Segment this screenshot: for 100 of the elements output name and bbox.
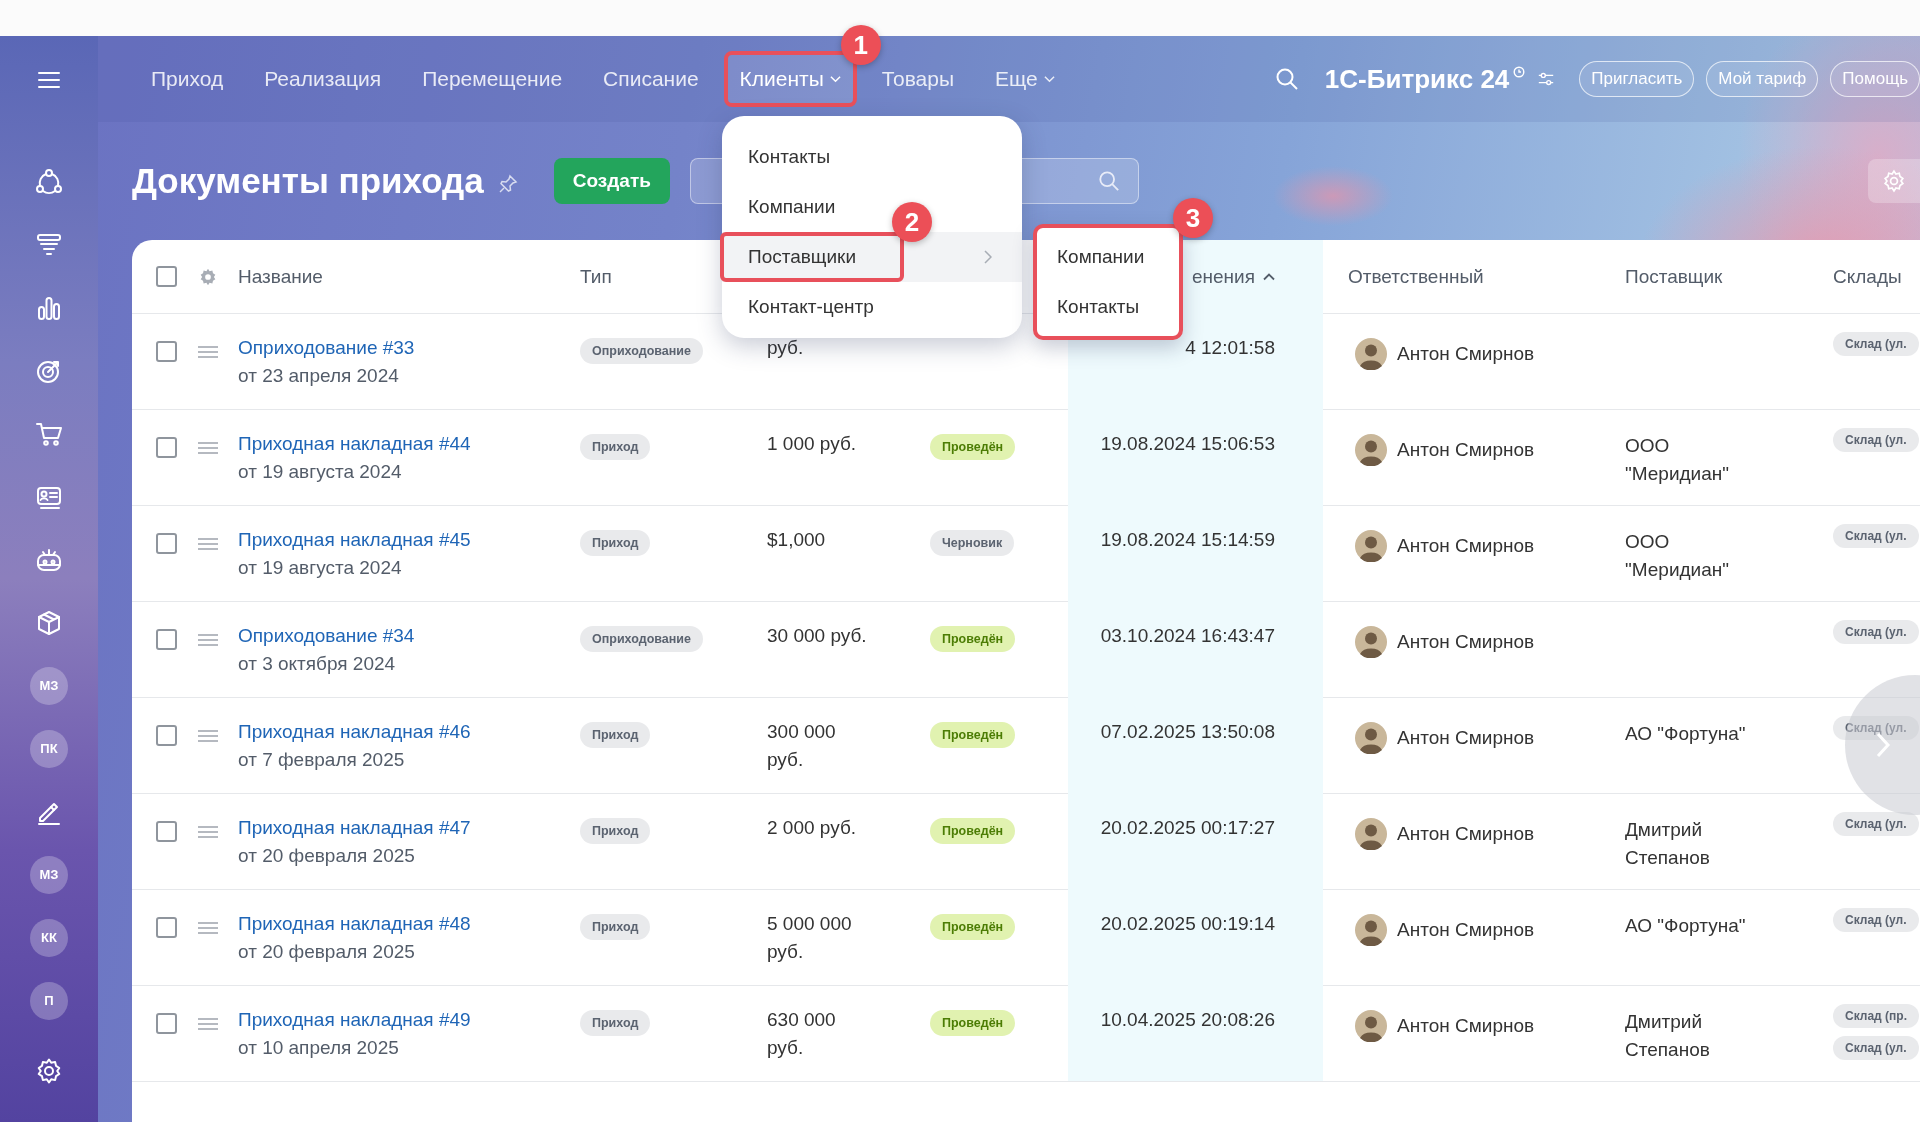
- drag-handle-icon[interactable]: [198, 921, 218, 935]
- user-initials-avatar[interactable]: МЗ: [30, 855, 68, 894]
- document-link[interactable]: Приходная накладная #44: [238, 430, 471, 458]
- column-header[interactable]: Поставщик: [1625, 265, 1723, 288]
- type-tag: Приход: [580, 1010, 651, 1036]
- responsible-name[interactable]: Антон Смирнов: [1397, 338, 1535, 370]
- menu-item[interactable]: Контакты: [720, 132, 859, 182]
- menu-item[interactable]: Контакты: [1037, 282, 1179, 332]
- nav-tab[interactable]: Списание: [587, 51, 715, 107]
- amount-text: 1 000 руб.: [767, 432, 858, 456]
- type-tag: Оприходование: [580, 626, 703, 652]
- menu-item[interactable]: Поставщики: [720, 232, 904, 282]
- status-tag: Проведён: [930, 626, 1016, 652]
- column-header[interactable]: Название: [238, 265, 323, 288]
- settings-icon[interactable]: [35, 1056, 63, 1085]
- modified-date: 4 12:01:58: [1185, 337, 1275, 358]
- status-tag: Проведён: [930, 722, 1016, 748]
- user-initials-avatar[interactable]: П: [30, 981, 68, 1020]
- row-checkbox[interactable]: [156, 629, 177, 650]
- row-checkbox[interactable]: [156, 341, 177, 362]
- settings-button[interactable]: [1868, 159, 1920, 203]
- store-tag: Склад (пр.: [1833, 1004, 1919, 1028]
- drag-handle-icon[interactable]: [198, 633, 218, 647]
- drag-handle-icon[interactable]: [198, 345, 218, 359]
- type-tag: Оприходование: [580, 338, 703, 364]
- responsible-name[interactable]: Антон Смирнов: [1397, 626, 1535, 658]
- amount-text: 30 000 руб.: [767, 624, 868, 648]
- supplier-name: Дмитрий Степанов: [1625, 1010, 1711, 1062]
- callout-badge: 2: [892, 202, 932, 242]
- type-tag: Приход: [580, 818, 651, 844]
- drag-handle-icon[interactable]: [198, 441, 218, 455]
- network-icon[interactable]: [35, 167, 63, 196]
- select-all-checkbox[interactable]: [156, 266, 177, 287]
- document-date: от 20 февраля 2025: [238, 844, 415, 868]
- status-tag: Проведён: [930, 818, 1016, 844]
- row-checkbox[interactable]: [156, 533, 177, 554]
- responsible-name[interactable]: Антон Смирнов: [1397, 914, 1535, 946]
- drag-handle-icon[interactable]: [198, 537, 218, 551]
- user-initials-avatar[interactable]: ПК: [30, 729, 68, 768]
- document-link[interactable]: Приходная накладная #46: [238, 718, 471, 746]
- create-button[interactable]: Создать: [553, 158, 670, 204]
- supplier-name: АО "Фортуна": [1625, 914, 1747, 938]
- user-avatar: [1355, 818, 1387, 850]
- search-icon[interactable]: [1097, 170, 1120, 192]
- store-tag: Склад (ул.: [1833, 332, 1919, 356]
- document-date: от 3 октября 2024: [238, 652, 396, 676]
- store-tag: Склад (ул.: [1833, 812, 1919, 836]
- document-link[interactable]: Приходная накладная #45: [238, 526, 471, 554]
- cube-icon[interactable]: [35, 608, 63, 637]
- modified-date: 10.04.2025 20:08:26: [1100, 1009, 1275, 1030]
- sliders-icon[interactable]: [1537, 70, 1556, 88]
- modified-date: 20.02.2025 00:17:27: [1100, 817, 1275, 838]
- row-checkbox[interactable]: [156, 437, 177, 458]
- document-date: от 10 апреля 2025: [238, 1036, 399, 1060]
- responsible-name[interactable]: Антон Смирнов: [1397, 434, 1535, 466]
- document-link[interactable]: Оприходование #34: [238, 622, 415, 650]
- page-title: Документы прихода: [132, 161, 484, 201]
- amount-text: 5 000 000 руб.: [767, 912, 853, 964]
- column-header[interactable]: енения: [1191, 265, 1255, 288]
- menu-item[interactable]: Контакт-центр: [720, 282, 902, 332]
- column-header[interactable]: Склады: [1833, 265, 1902, 288]
- status-tag: Проведён: [930, 434, 1016, 460]
- nav-tab[interactable]: Перемещение: [406, 51, 579, 107]
- row-checkbox[interactable]: [156, 917, 177, 938]
- document-link[interactable]: Приходная накладная #47: [238, 814, 471, 842]
- amount-text: $1,000: [767, 528, 827, 552]
- responsible-name[interactable]: Антон Смирнов: [1397, 530, 1535, 562]
- type-tag: Приход: [580, 530, 651, 556]
- settings-icon: [1882, 169, 1906, 193]
- drag-handle-icon[interactable]: [198, 729, 218, 743]
- type-tag: Приход: [580, 722, 651, 748]
- nav-tab[interactable]: Реализация: [248, 51, 398, 107]
- sort-ascending-icon[interactable]: [1263, 272, 1275, 281]
- modified-date: 19.08.2024 15:14:59: [1100, 529, 1275, 550]
- column-header[interactable]: Тип: [580, 265, 612, 288]
- responsible-name[interactable]: Антон Смирнов: [1397, 722, 1535, 754]
- callout-badge: 1: [840, 25, 881, 65]
- status-tag: Проведён: [930, 1010, 1016, 1036]
- responsible-name[interactable]: Антон Смирнов: [1397, 818, 1535, 850]
- user-avatar: [1355, 914, 1387, 946]
- status-tag: Черновик: [930, 530, 1015, 556]
- document-link[interactable]: Приходная накладная #48: [238, 910, 471, 938]
- menu-item[interactable]: Компании: [720, 182, 864, 232]
- drag-handle-icon[interactable]: [198, 825, 218, 839]
- drag-handle-icon[interactable]: [198, 1017, 218, 1031]
- document-link[interactable]: Приходная накладная #49: [238, 1006, 471, 1034]
- row-checkbox[interactable]: [156, 821, 177, 842]
- store-tag: Склад (ул.: [1833, 716, 1919, 740]
- user-initials-avatar[interactable]: КК: [30, 918, 68, 957]
- user-avatar: [1355, 434, 1387, 466]
- responsible-name[interactable]: Антон Смирнов: [1397, 1010, 1535, 1042]
- row-checkbox[interactable]: [156, 1013, 177, 1034]
- column-header[interactable]: Ответственный: [1348, 265, 1484, 288]
- pin-icon[interactable]: [497, 174, 518, 194]
- supplier-name: Дмитрий Степанов: [1625, 818, 1711, 870]
- nav-tab[interactable]: Приход: [135, 51, 240, 107]
- document-link[interactable]: Оприходование #33: [238, 334, 415, 362]
- amount-text: руб.: [767, 336, 805, 360]
- row-checkbox[interactable]: [156, 725, 177, 746]
- search-icon[interactable]: [1274, 67, 1299, 91]
